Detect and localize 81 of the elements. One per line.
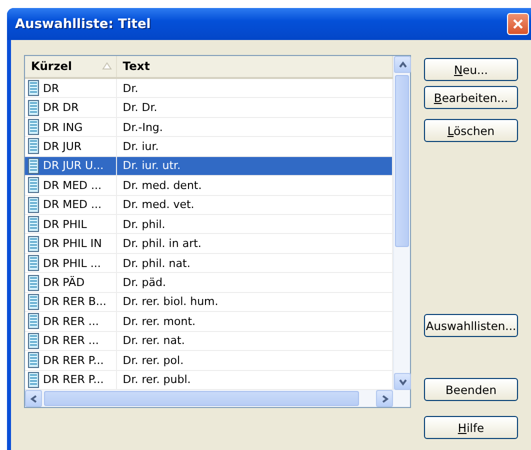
- code-text: DR RER P...: [43, 373, 104, 386]
- code-text: DR PÄD: [43, 276, 85, 290]
- list-row[interactable]: DR ING Dr.-Ing.: [25, 118, 393, 138]
- dialog-button[interactable]: Bearbeiten...: [424, 86, 518, 109]
- dialog-button[interactable]: Hilfe: [424, 416, 518, 439]
- title-text: Dr. rer. biol. hum.: [122, 295, 218, 308]
- code-text: DR MED ...: [43, 198, 102, 212]
- document-icon: [28, 352, 39, 368]
- code-text: DR RER ...: [43, 314, 99, 328]
- list-row[interactable]: DR Dr.: [25, 78, 393, 98]
- dialog-button[interactable]: Löschen: [424, 119, 518, 142]
- document-icon: [28, 119, 39, 136]
- code-text: DR RER ...: [43, 334, 99, 348]
- list-row[interactable]: DR DR Dr. Dr.: [25, 98, 393, 118]
- list-row[interactable]: DR JUR Dr. iur.: [25, 137, 393, 157]
- dialog-button[interactable]: Neu...: [424, 58, 518, 81]
- horizontal-scrollbar[interactable]: [25, 390, 410, 407]
- title-text: Dr. rer. mont.: [122, 314, 196, 328]
- scroll-left-icon: [30, 394, 38, 402]
- sort-icon: [102, 62, 112, 70]
- list-row[interactable]: DR RER P... Dr. rer. pol.: [25, 351, 393, 370]
- title-text: Dr.: [122, 82, 138, 95]
- list-row[interactable]: DR RER B... Dr. rer. biol. hum.: [25, 292, 393, 312]
- dialog-button[interactable]: Auswahllisten...: [424, 314, 518, 337]
- title-text: Dr. med. dent.: [122, 178, 202, 192]
- document-icon: [28, 216, 39, 232]
- title-text: Dr. rer. publ.: [122, 373, 191, 386]
- document-icon: [28, 313, 39, 330]
- title-text: Dr. rer. nat.: [122, 334, 185, 348]
- code-text: DR PHIL IN: [43, 237, 102, 250]
- code-text: DR JUR: [43, 140, 82, 153]
- title-text: Dr. päd.: [122, 276, 166, 290]
- list-row[interactable]: DR RER ... Dr. rer. nat.: [25, 332, 393, 352]
- list-row[interactable]: DR RER P... Dr. rer. publ.: [25, 370, 393, 390]
- close-icon: [512, 18, 524, 30]
- title-text: Dr.-Ing.: [122, 120, 163, 134]
- document-icon: [28, 332, 39, 349]
- vertical-scrollbar[interactable]: [393, 56, 410, 390]
- document-icon: [28, 177, 39, 194]
- document-icon: [28, 80, 39, 96]
- scroll-up-icon: [398, 60, 406, 68]
- code-text: DR MED ...: [43, 178, 102, 192]
- list-row[interactable]: DR PHIL IN Dr. phil. in art.: [25, 234, 393, 254]
- document-icon: [28, 236, 39, 252]
- document-icon: [28, 100, 39, 116]
- list-row[interactable]: DR MED ... Dr. med. vet.: [25, 196, 393, 215]
- code-text: DR JUR U...: [43, 159, 104, 172]
- document-icon: [28, 294, 39, 310]
- code-text: DR ING: [43, 120, 83, 134]
- code-text: DR: [43, 82, 60, 95]
- scroll-right-icon: [380, 394, 388, 402]
- code-text: DR PHIL ...: [43, 256, 101, 270]
- document-icon: [28, 158, 39, 174]
- title-text: Dr. iur. utr.: [122, 159, 181, 172]
- column-header[interactable]: Kürzel: [25, 56, 117, 77]
- document-icon: [28, 196, 39, 213]
- close-button[interactable]: [507, 13, 529, 35]
- code-text: DR RER P...: [43, 354, 104, 367]
- document-icon: [28, 138, 39, 154]
- code-text: DR PHIL: [43, 218, 87, 231]
- dialog-button[interactable]: Beenden: [424, 378, 518, 401]
- list-row[interactable]: DR PÄD Dr. päd.: [25, 273, 393, 293]
- list-row[interactable]: DR MED ... Dr. med. dent.: [25, 176, 393, 196]
- document-icon: [28, 274, 39, 291]
- title-text: Dr. phil. nat.: [122, 256, 190, 270]
- code-text: DR RER B...: [43, 295, 106, 308]
- list-row[interactable]: DR JUR U... Dr. iur. utr.: [25, 156, 393, 176]
- document-icon: [28, 255, 39, 272]
- title-text: Dr. iur.: [122, 140, 159, 153]
- title-text: Dr. phil. in art.: [122, 237, 202, 250]
- title-text: Dr. phil.: [122, 218, 166, 231]
- scroll-down-icon: [398, 378, 406, 386]
- title-text: Dr. rer. pol.: [122, 354, 184, 367]
- list-row[interactable]: DR PHIL Dr. phil.: [25, 215, 393, 234]
- window-title: Auswahlliste: Titel: [15, 16, 151, 32]
- list-row[interactable]: DR RER ... Dr. rer. mont.: [25, 312, 393, 332]
- title-text: Dr. med. vet.: [122, 198, 194, 212]
- title-text: Dr. Dr.: [122, 101, 158, 114]
- document-icon: [28, 372, 39, 388]
- list-row[interactable]: DR PHIL ... Dr. phil. nat.: [25, 254, 393, 274]
- code-text: DR DR: [43, 101, 79, 114]
